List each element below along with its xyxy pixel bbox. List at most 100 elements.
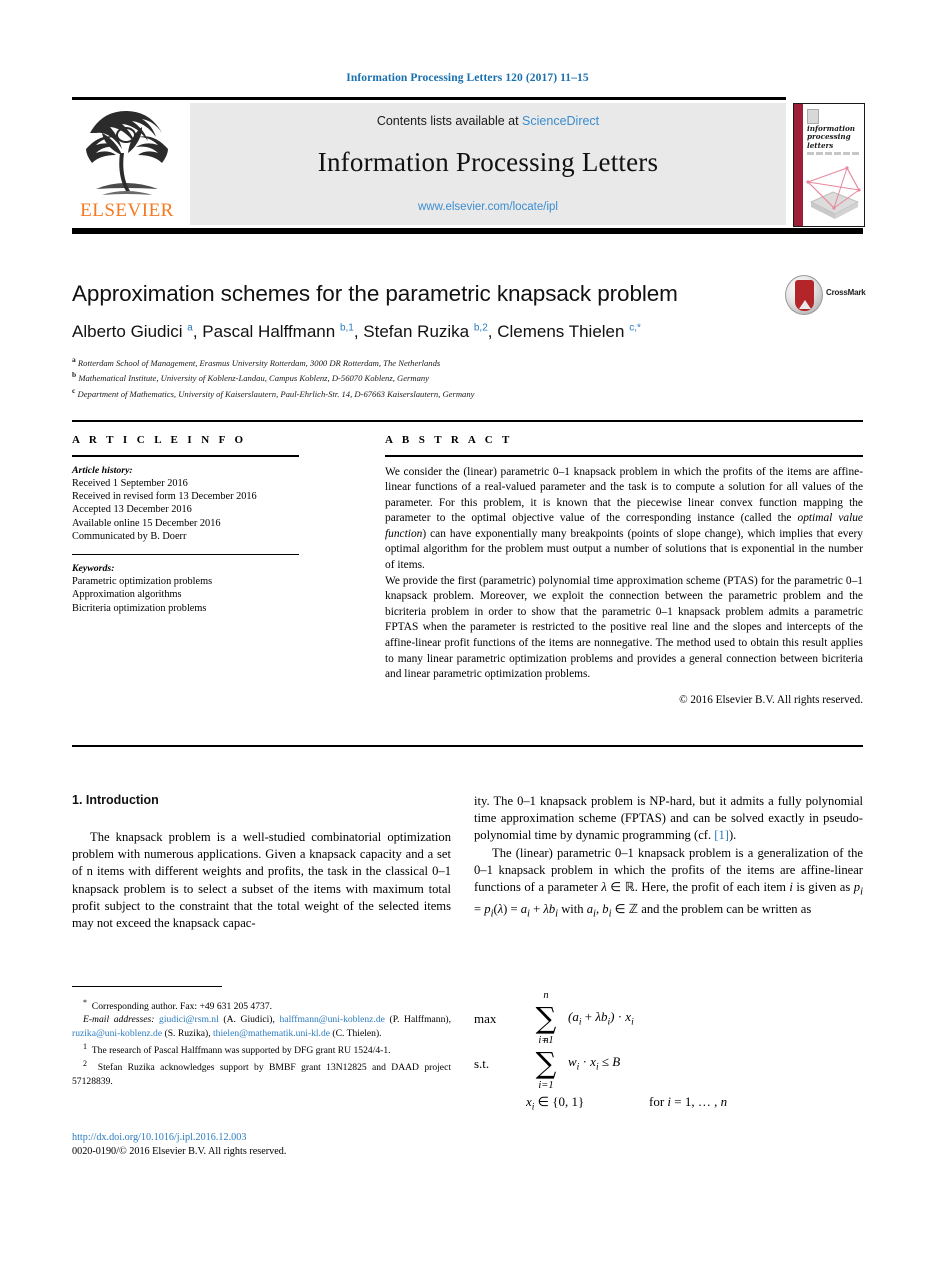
history-item: Received in revised form 13 December 201… xyxy=(72,490,257,502)
crossmark-icon xyxy=(785,275,823,315)
affiliation-mark: a xyxy=(72,355,76,364)
email-owner-giudici: (A. Giudici), xyxy=(223,1014,275,1026)
subject-to-label: s.t. xyxy=(474,1055,490,1071)
abstract-p1-part2: ) can have exponentially many breakpoint… xyxy=(385,527,863,572)
section-heading-introduction: 1. Introduction xyxy=(72,793,159,807)
abstract-paragraph-2: We provide the first (parametric) polyno… xyxy=(385,574,863,681)
sum-lower-limit: i=1 xyxy=(538,1080,554,1091)
crossmark-badge[interactable]: CrossMark xyxy=(785,275,867,315)
keywords-list: Parametric optimization problems Approxi… xyxy=(72,575,299,615)
keyword-item: Approximation algorithms xyxy=(72,589,182,601)
affiliations: a Rotterdam School of Management, Erasmu… xyxy=(72,354,863,400)
optimization-model: max n ∑ i=1 (ai + λbi) · xi s.t. n ∑ i=1… xyxy=(474,990,863,1113)
objective-expression: (ai + λbi) · xi xyxy=(568,1009,634,1028)
journal-cover-thumbnail: information processing letters xyxy=(793,103,865,227)
corresponding-author-text: Corresponding author. Fax: +49 631 205 4… xyxy=(91,1001,273,1013)
cover-title: information processing letters xyxy=(807,124,855,150)
affiliation-item: a Rotterdam School of Management, Erasmu… xyxy=(72,354,863,369)
keyword-item: Parametric optimization problems xyxy=(72,576,213,588)
summation-objective: n ∑ i=1 xyxy=(526,990,566,1046)
body-right-column: ity. The 0–1 knapsack problem is NP-hard… xyxy=(474,793,863,922)
masthead-bottom-rule xyxy=(72,228,863,234)
abstract-copyright: © 2016 Elsevier B.V. All rights reserved… xyxy=(679,693,863,706)
abstract-column: A B S T R A C T We consider the (linear)… xyxy=(385,434,863,706)
sciencedirect-link[interactable]: ScienceDirect xyxy=(522,114,599,128)
footnote-1-text: The research of Pascal Halffmann was sup… xyxy=(91,1044,391,1056)
max-label: max xyxy=(474,1010,497,1026)
history-item: Accepted 13 December 2016 xyxy=(72,504,192,516)
doi-link[interactable]: http://dx.doi.org/10.1016/j.ipl.2016.12.… xyxy=(72,1131,451,1145)
footnote-2-mark: 2 xyxy=(83,1059,87,1069)
binary-expression: xi ∈ {0, 1} xyxy=(526,1094,585,1113)
abstract-p1-part1: We consider the (linear) parametric 0–1 … xyxy=(385,465,863,525)
affiliation-item: c Department of Mathematics, University … xyxy=(72,385,863,400)
affiliation-text: Rotterdam School of Management, Erasmus … xyxy=(77,357,441,368)
body-left-column: 1. Introduction The knapsack problem is … xyxy=(72,793,451,932)
elsevier-tree-icon xyxy=(86,111,168,195)
email-addresses-label: E-mail addresses: xyxy=(83,1014,155,1026)
masthead-top-rule xyxy=(72,97,786,100)
elsevier-wordmark: ELSEVIER xyxy=(80,200,174,221)
article-history-list: Received 1 September 2016 Received in re… xyxy=(72,477,299,544)
email-link-thielen[interactable]: thielen@mathematik.uni-kl.de xyxy=(213,1028,330,1039)
asterisk-icon: * xyxy=(83,998,87,1007)
cover-spine xyxy=(794,104,803,226)
email-link-giudici[interactable]: giudici@rsm.nl xyxy=(159,1014,219,1025)
crossmark-notch xyxy=(799,300,811,309)
page-title: Approximation schemes for the parametric… xyxy=(72,281,678,306)
crossmark-label: CrossMark xyxy=(826,288,866,297)
history-item: Received 1 September 2016 xyxy=(72,477,188,489)
intro-paragraph-left: The knapsack problem is a well-studied c… xyxy=(72,830,451,931)
intro-paragraph-right-2: The (linear) parametric 0–1 knapsack pro… xyxy=(474,845,863,920)
masthead-panel: Contents lists available at ScienceDirec… xyxy=(190,103,786,225)
article-info-rule xyxy=(72,455,299,457)
footnote-emails: E-mail addresses: giudici@rsm.nl (A. Giu… xyxy=(72,1013,451,1039)
sum-upper-limit: n xyxy=(543,990,549,1001)
abstract-paragraph-1: We consider the (linear) parametric 0–1 … xyxy=(385,465,863,574)
affiliation-text: Mathematical Institute, University of Ko… xyxy=(78,373,429,384)
title-block: Approximation schemes for the parametric… xyxy=(72,275,866,400)
footnote-1-mark: 1 xyxy=(83,1041,87,1051)
cover-subtitle-bar xyxy=(807,152,859,155)
footnote-1: 1 The research of Pascal Halffmann was s… xyxy=(72,1040,451,1057)
band-bottom-rule xyxy=(72,745,863,747)
keywords-label: Keywords: xyxy=(72,563,115,575)
sigma-icon: ∑ xyxy=(535,1046,557,1080)
author-list: Alberto Giudici a, Pascal Halffmann b,1,… xyxy=(72,322,641,341)
abstract-heading: A B S T R A C T xyxy=(385,434,513,446)
affiliation-text: Department of Mathematics, University of… xyxy=(77,388,475,399)
sigma-icon: ∑ xyxy=(535,1001,557,1035)
email-link-ruzika[interactable]: ruzika@uni-koblenz.de xyxy=(72,1028,162,1039)
email-owner-thielen: (C. Thielen). xyxy=(332,1027,382,1039)
contents-prefix: Contents lists available at xyxy=(376,114,523,128)
footnotes-block: * Corresponding author. Fax: +49 631 205… xyxy=(72,996,451,1088)
sum-upper-limit: n xyxy=(543,1035,549,1046)
elsevier-logo: ELSEVIER xyxy=(72,103,182,225)
journal-url-link[interactable]: www.elsevier.com/locate/ipl xyxy=(190,201,786,213)
objective-row: max n ∑ i=1 (ai + λbi) · xi xyxy=(474,990,863,1046)
constraint-expression: wi · xi ≤ B xyxy=(568,1054,621,1073)
contents-line: Contents lists available at ScienceDirec… xyxy=(190,114,786,128)
index-range-label: for i = 1, … , n xyxy=(649,1094,728,1109)
right-p1-part1: ity. The 0–1 knapsack problem is NP-hard… xyxy=(474,794,863,843)
citation-reference-1[interactable]: [1] xyxy=(714,828,729,842)
history-item: Available online 15 December 2016 xyxy=(72,517,221,529)
paper-page: Information Processing Letters 120 (2017… xyxy=(0,0,935,1266)
affiliation-mark: c xyxy=(72,385,76,395)
article-info-column: A R T I C L E I N F O Article history: R… xyxy=(72,434,299,615)
footnote-separator xyxy=(72,986,222,987)
keywords-rule xyxy=(72,553,299,556)
email-link-halffmann[interactable]: halffmann@uni-koblenz.de xyxy=(280,1014,385,1025)
abstract-text: We consider the (linear) parametric 0–1 … xyxy=(385,465,863,683)
footnote-2-text: Stefan Ruzika acknowledges support by BM… xyxy=(72,1062,451,1087)
journal-title: Information Processing Letters xyxy=(317,147,659,177)
constraint-row: s.t. n ∑ i=1 wi · xi ≤ B xyxy=(474,1035,863,1091)
footnote-corresponding: * Corresponding author. Fax: +49 631 205… xyxy=(72,996,451,1013)
affiliation-mark: b xyxy=(72,370,77,380)
article-history-label: Article history: xyxy=(72,464,133,476)
doi-block: http://dx.doi.org/10.1016/j.ipl.2016.12.… xyxy=(72,1131,451,1159)
summation-constraint: n ∑ i=1 xyxy=(526,1035,566,1091)
affiliation-item: b Mathematical Institute, University of … xyxy=(72,369,863,384)
email-owner-halffmann: (P. Halffmann), xyxy=(389,1014,451,1026)
intro-paragraph-right-1: ity. The 0–1 knapsack problem is NP-hard… xyxy=(474,793,863,845)
